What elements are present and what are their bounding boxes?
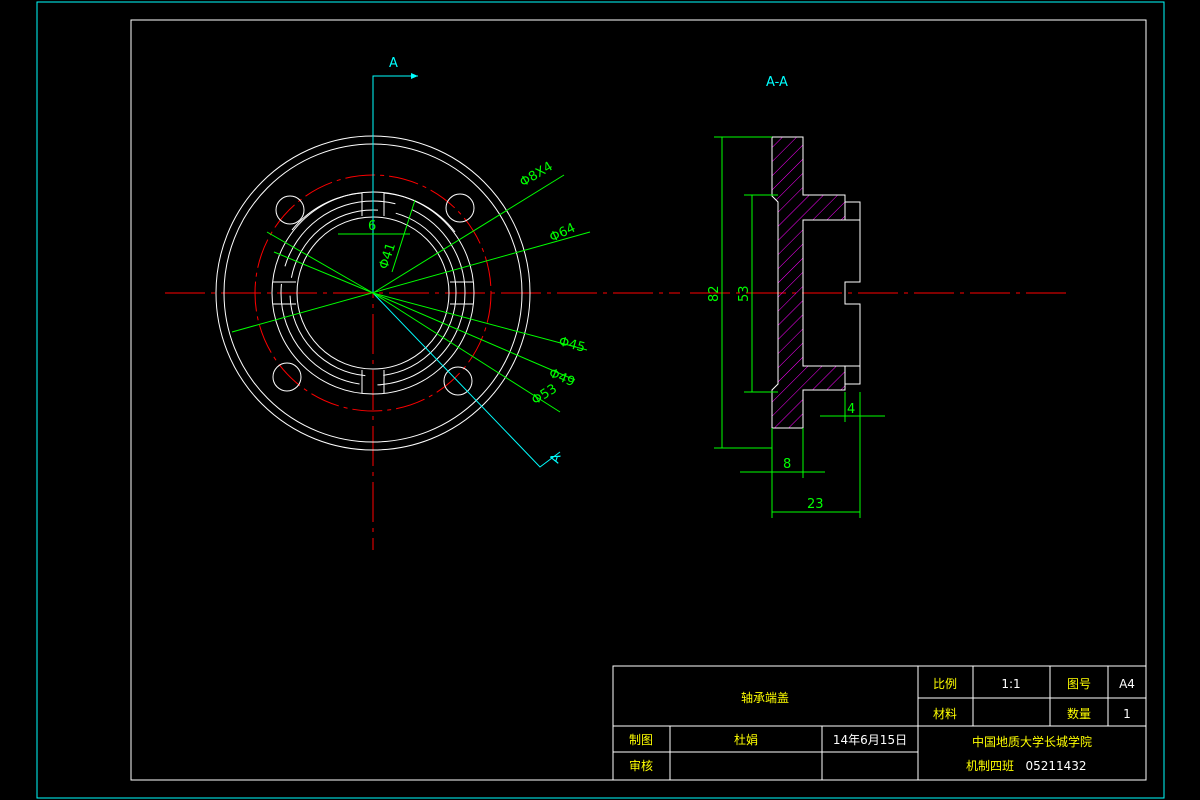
section-body xyxy=(771,136,846,429)
class-number: 05211432 xyxy=(1025,759,1086,773)
class-label: 机制四班 xyxy=(966,759,1014,773)
drawing-no-label: 图号 xyxy=(1067,677,1091,691)
dim-hole: Φ8X4 xyxy=(517,159,555,190)
dim-d45: Φ45 xyxy=(557,334,587,355)
drawn-label: 制图 xyxy=(629,733,653,747)
dim-8: 8 xyxy=(783,457,791,472)
scale-label: 比例 xyxy=(933,677,957,691)
quantity-label: 数量 xyxy=(1067,706,1091,721)
dim-23: 23 xyxy=(807,497,824,512)
front-view: Φ8X4 Φ64 6 Φ41 Φ45 Φ49 Φ53 A A xyxy=(165,56,680,550)
scale-value: 1:1 xyxy=(1001,677,1020,691)
bolt-hole-tl xyxy=(275,195,305,225)
dim-pcd: Φ64 xyxy=(547,221,578,246)
drawing-canvas: Φ8X4 Φ64 6 Φ41 Φ45 Φ49 Φ53 A A A-A 82 53… xyxy=(36,1,1165,799)
material-label: 材料 xyxy=(933,707,957,721)
school-name: 中国地质大学长城学院 xyxy=(972,734,1092,749)
part-name: 轴承端盖 xyxy=(741,690,789,705)
section-label-top: A xyxy=(389,56,398,71)
dim-slot-width: 6 xyxy=(368,219,376,234)
bolt-hole-tr xyxy=(445,193,475,223)
boss-outline xyxy=(844,201,861,385)
dim-82: 82 xyxy=(707,285,722,302)
section-view: A-A 82 53 4 8 23 xyxy=(690,75,1070,518)
section-title: A-A xyxy=(766,75,788,90)
dim-4: 4 xyxy=(847,402,855,417)
outer-frame xyxy=(36,1,1165,799)
quantity-value: 1 xyxy=(1123,707,1131,721)
drawn-date: 14年6月15日 xyxy=(833,733,907,747)
section-arrow-top xyxy=(411,73,418,79)
bolt-hole-bl xyxy=(272,362,302,392)
section-label-bottom: A xyxy=(548,452,565,465)
section-line-bottom xyxy=(372,292,561,468)
checked-label: 审核 xyxy=(629,758,653,773)
drawn-by: 杜娟 xyxy=(734,732,758,747)
dim-d41: Φ41 xyxy=(377,241,400,271)
dim-53-section: 53 xyxy=(737,285,752,302)
dim-d53: Φ53 xyxy=(529,381,560,408)
drawing-no-value: A4 xyxy=(1119,677,1135,691)
